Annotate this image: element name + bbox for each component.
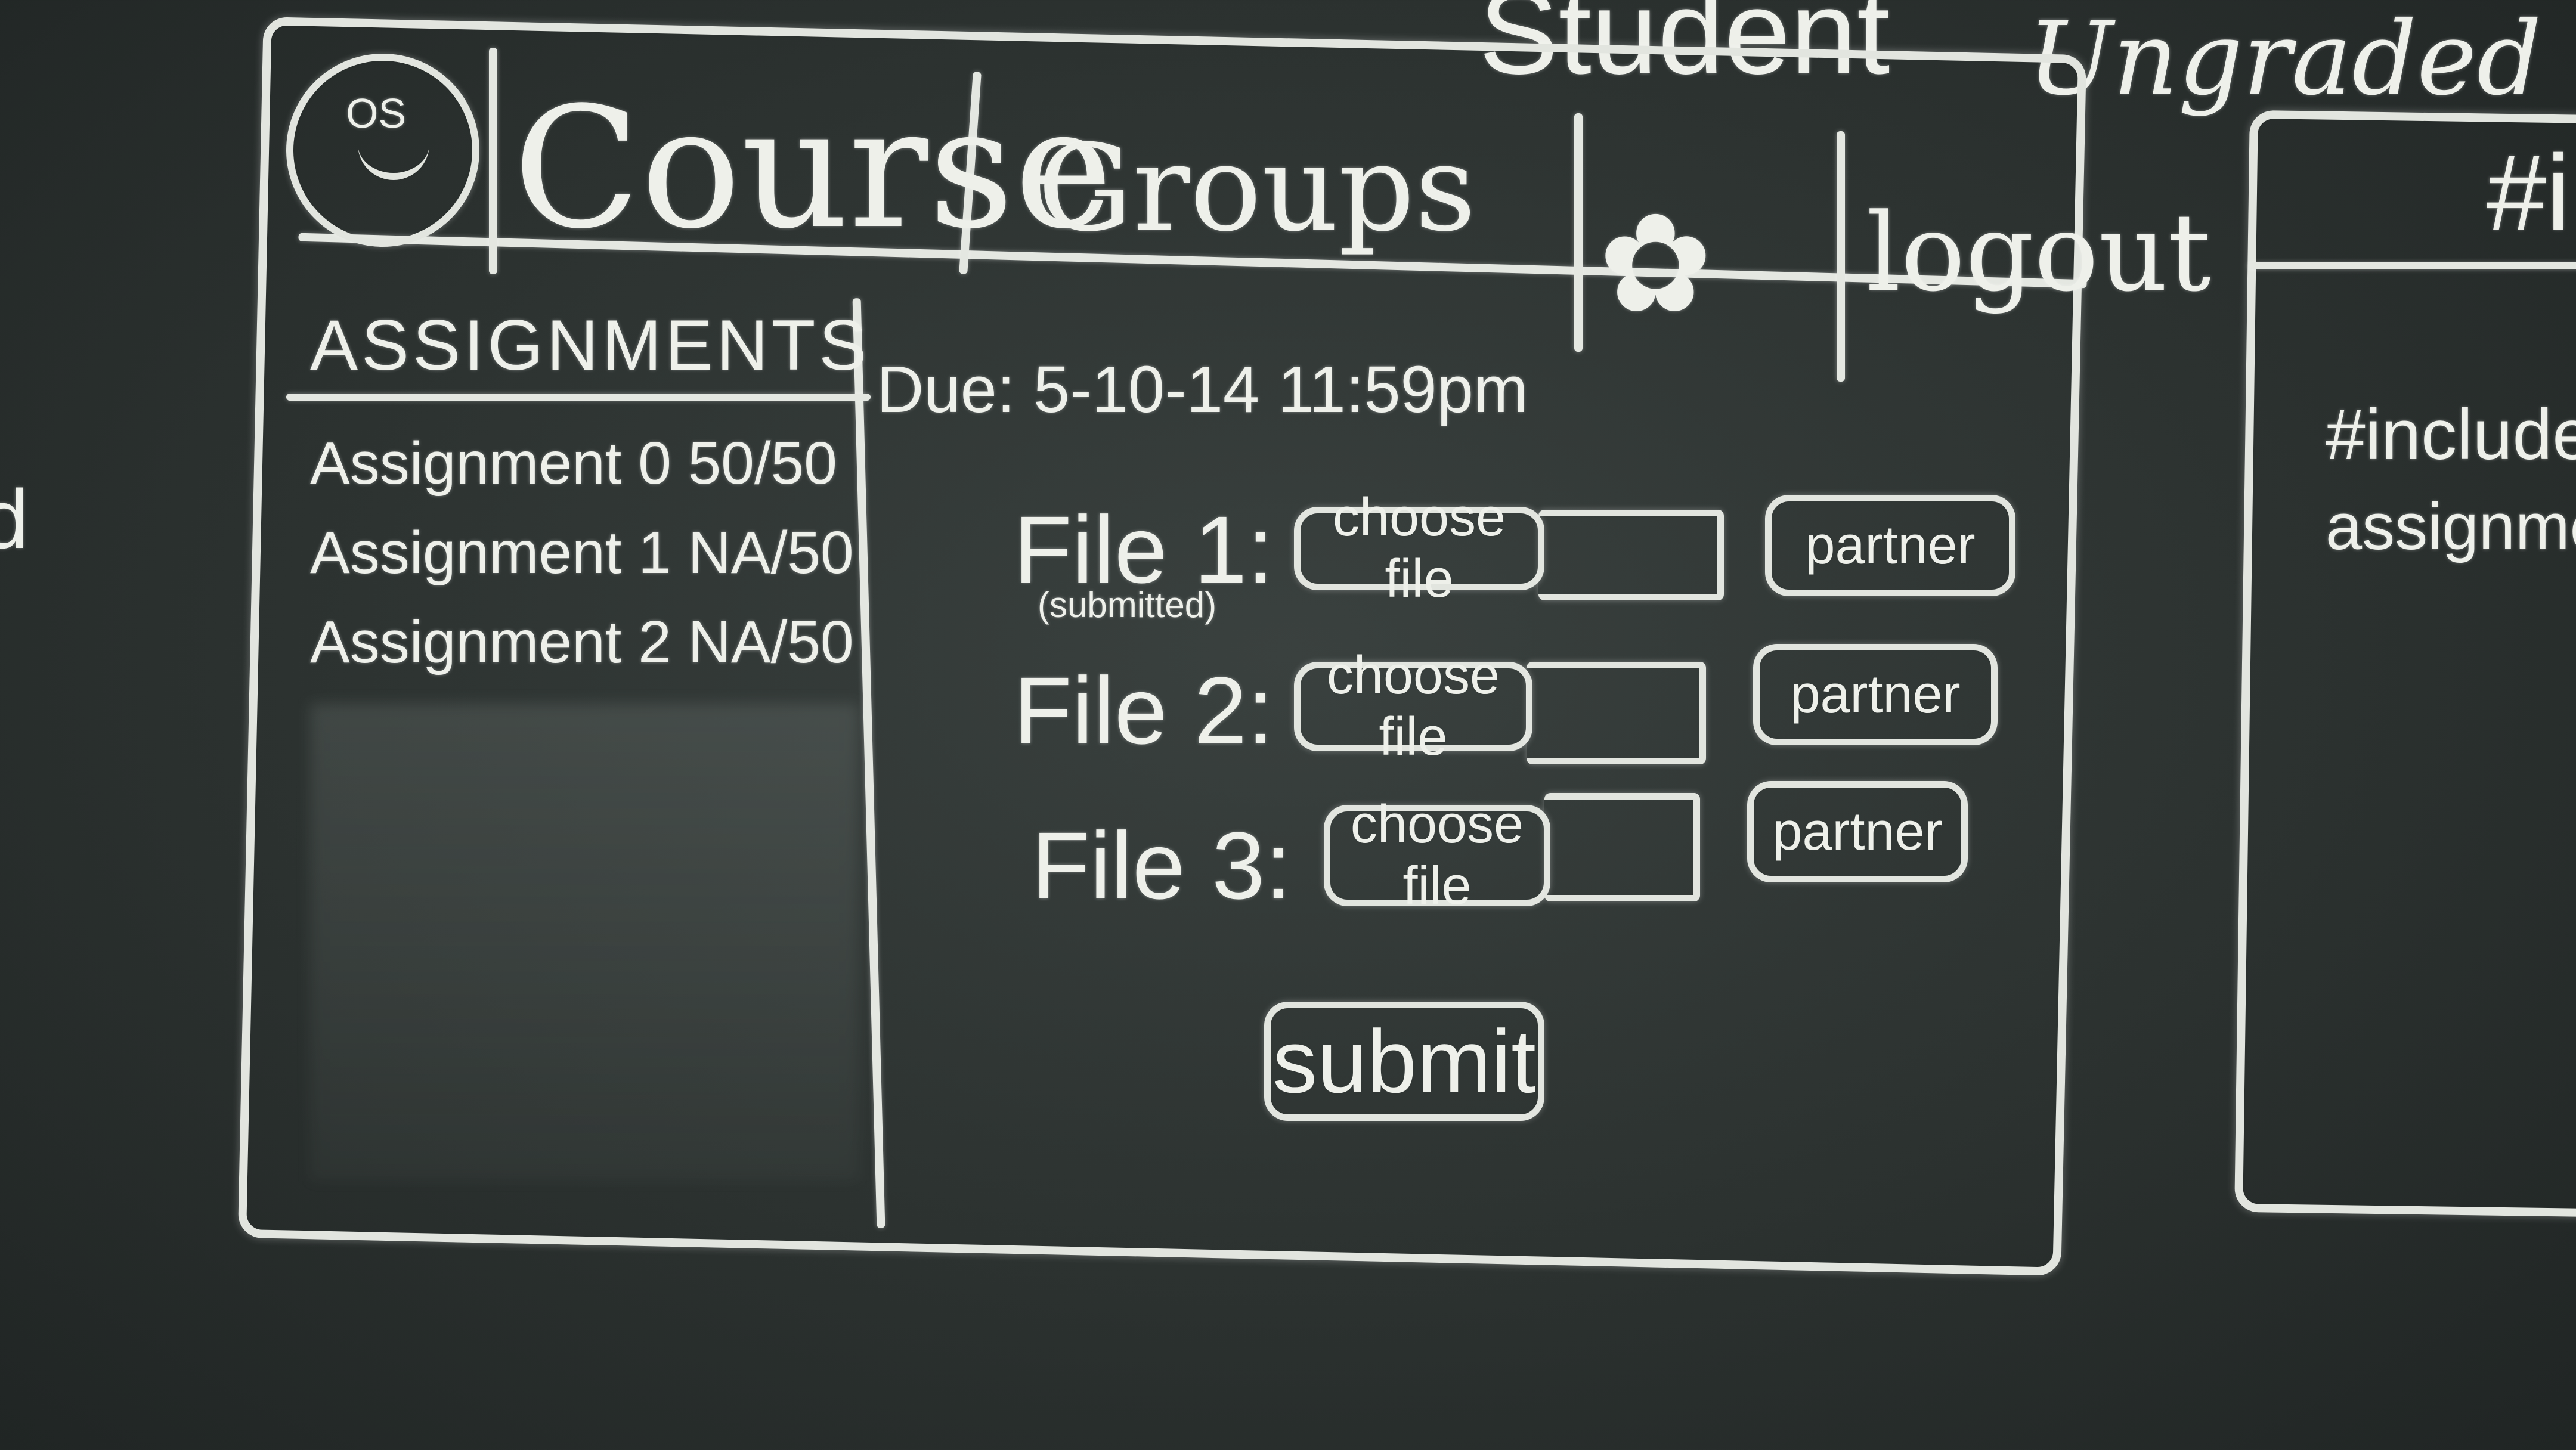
file-name-field	[1538, 510, 1724, 600]
sidebar-item[interactable]: Assignment 1 NA/50	[310, 519, 854, 587]
assignment-label: Assignment 0	[310, 430, 671, 497]
file-name-field	[1544, 793, 1700, 901]
gear-icon[interactable]: ✿	[1598, 185, 1713, 344]
choose-file-button[interactable]: choose file	[1324, 795, 1550, 916]
logout-button[interactable]: logout	[1866, 191, 2211, 315]
sidebar-title: ASSIGNMENTS	[310, 305, 871, 385]
partner-button[interactable]: partner	[1765, 495, 2015, 596]
choose-file-button[interactable]: choose file	[1294, 488, 1544, 609]
second-window-frame	[2234, 110, 2576, 1219]
sidebar-item[interactable]: Assignment 2 NA/50	[310, 608, 854, 677]
header-sep-1	[489, 48, 497, 274]
nav-groups-tab[interactable]: Groups	[1038, 119, 1476, 258]
assignment-score: NA/50	[688, 519, 854, 586]
assignment-label: Assignment 2	[310, 609, 671, 676]
second-window-tab: #i	[2487, 133, 2571, 253]
header-sep-3	[1574, 113, 1583, 352]
assignment-score: NA/50	[688, 609, 854, 676]
submit-button[interactable]: submit	[1264, 1002, 1544, 1121]
code-line: #include	[2326, 395, 2576, 475]
file-name-field	[1527, 662, 1706, 764]
header-sep-4	[1837, 131, 1845, 382]
partner-button[interactable]: partner	[1747, 781, 1968, 882]
sidebar-title-underline	[286, 394, 871, 401]
nav-course-tab[interactable]: Course	[513, 72, 1113, 266]
logo-text: OS	[346, 90, 407, 137]
partner-button[interactable]: partner	[1753, 644, 1998, 745]
sidebar-item[interactable]: Assignment 0 50/50	[310, 429, 837, 498]
eraser-smudge	[310, 704, 859, 1181]
second-window-divider	[2248, 262, 2576, 269]
file-sublabel: (submitted)	[1038, 585, 1217, 625]
due-date: Due: 5-10-14 11:59pm	[877, 353, 1528, 426]
board-left-fragment: d	[0, 472, 29, 566]
code-line: assignmen	[2326, 490, 2576, 563]
file-label: File 3:	[1032, 812, 1292, 919]
assignment-score: 50/50	[688, 430, 837, 497]
choose-file-button[interactable]: choose file	[1294, 646, 1532, 767]
board-ungraded-label: Ungraded	[2027, 0, 2542, 118]
assignment-label: Assignment 1	[310, 519, 671, 586]
file-label: File 2:	[1014, 657, 1274, 764]
